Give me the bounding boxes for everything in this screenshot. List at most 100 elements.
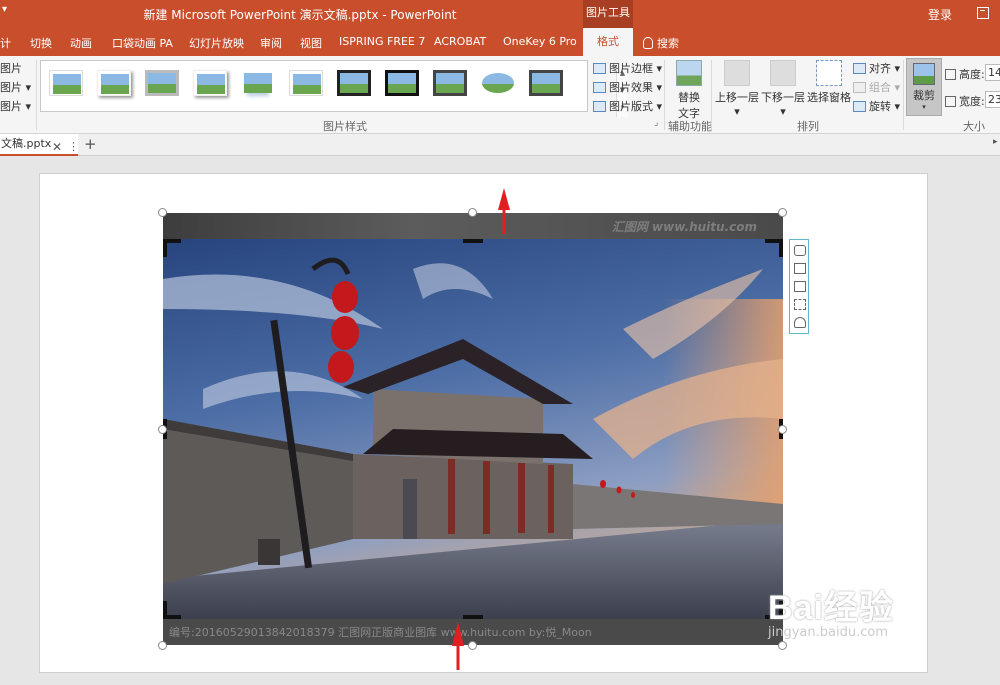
- selection-pane-button[interactable]: 选择窗格: [806, 60, 852, 105]
- tab-acrobat[interactable]: ACROBAT: [434, 35, 486, 48]
- accessibility-group-label: 辅助功能: [668, 120, 712, 133]
- red-arrow-down-icon: [452, 622, 464, 670]
- rotate-button[interactable]: 旋转 ▾: [853, 98, 900, 114]
- resize-handle-top-right[interactable]: [778, 208, 787, 217]
- title-bar: ▾ 新建 Microsoft PowerPoint 演示文稿.pptx - Po…: [0, 0, 1000, 28]
- picture-style-black-frame[interactable]: [385, 70, 419, 96]
- picture-style-drop-shadow[interactable]: [193, 70, 227, 96]
- crop-button[interactable]: 裁剪 ▾: [906, 58, 942, 116]
- heart-icon[interactable]: [794, 317, 806, 328]
- document-tab[interactable]: 文稿.pptx ✕ ⋮: [0, 134, 79, 157]
- arrange-group-label: 排列: [797, 120, 819, 133]
- red-arrow-up-icon: [498, 188, 510, 234]
- crop-icon: [913, 63, 935, 85]
- picture-style-grey-frame[interactable]: [145, 70, 179, 96]
- tab-pocket-animation[interactable]: 口袋动画 PA: [112, 35, 173, 51]
- tell-me-label: 搜索: [657, 37, 679, 50]
- strip-scroll-icon[interactable]: ▸: [993, 137, 998, 147]
- ribbon: 图片 图片 ▾ 图片 ▾ ▲ ▼ ▾ 图片边框 ▾ 图片效果 ▾ 图片版式 ▾ 图片…: [0, 56, 1000, 134]
- picture-styles-dialog-launcher-icon[interactable]: ⌟: [654, 118, 658, 128]
- crop-handle-top[interactable]: [463, 239, 483, 243]
- resize-handle-bottom[interactable]: [468, 641, 477, 650]
- document-tab-name: 文稿.pptx: [1, 137, 52, 150]
- align-button[interactable]: 对齐 ▾: [853, 60, 900, 76]
- picture-tools-context-label: 图片工具: [583, 0, 633, 28]
- crop-handle-bottom-left-v[interactable]: [163, 601, 167, 619]
- picture-adjust-item-2[interactable]: 图片 ▾: [0, 79, 31, 95]
- resize-handle-bottom-left[interactable]: [158, 641, 167, 650]
- width-input[interactable]: 23: [985, 91, 1000, 108]
- shape-icon[interactable]: [794, 245, 806, 256]
- picture-style-soft-edge[interactable]: [97, 70, 131, 96]
- rotate-icon: [853, 101, 866, 112]
- tab-transitions[interactable]: 切换: [30, 35, 52, 51]
- picture-styles-gallery: ▲ ▼ ▾: [40, 60, 628, 117]
- picture-styles-group-label: 图片样式: [323, 120, 367, 133]
- document-tab-strip: 文稿.pptx ✕ ⋮ + ▸: [0, 134, 1000, 156]
- resize-handle-top[interactable]: [468, 208, 477, 217]
- alt-text-icon: [676, 60, 702, 86]
- bring-forward-button[interactable]: 上移一层 ▾: [714, 60, 760, 118]
- ribbon-display-options-icon[interactable]: [977, 7, 989, 19]
- resize-handle-top-left[interactable]: [158, 208, 167, 217]
- tab-view[interactable]: 视图: [300, 35, 322, 51]
- tab-animations[interactable]: 动画: [70, 35, 92, 51]
- picture-border-button[interactable]: 图片边框 ▾: [593, 60, 662, 76]
- ribbon-tab-bar: 计 切换 动画 口袋动画 PA 幻灯片放映 审阅 视图 ISPRING FREE…: [0, 28, 1000, 56]
- picture-effects-button[interactable]: 图片效果 ▾: [593, 79, 662, 95]
- send-backward-button[interactable]: 下移一层 ▾: [760, 60, 806, 118]
- picture-style-reflected[interactable]: [241, 70, 275, 96]
- position-icon[interactable]: [794, 299, 806, 310]
- height-input[interactable]: 14: [985, 64, 1000, 81]
- height-icon: [945, 69, 956, 80]
- picture-layout-button[interactable]: 图片版式 ▾: [593, 98, 662, 114]
- size-group-label: 大小: [963, 120, 985, 133]
- tell-me-search[interactable]: 搜索: [643, 35, 679, 51]
- pencil-border-icon: [593, 63, 606, 74]
- layout-icon: [593, 101, 606, 112]
- picture-adjust-item-1[interactable]: 图片: [0, 60, 22, 76]
- width-icon: [945, 96, 956, 107]
- send-backward-icon: [770, 60, 796, 86]
- more-icon[interactable]: ⋮: [68, 137, 79, 157]
- baidu-url: jingyan.baidu.com: [768, 625, 888, 640]
- tab-onekey[interactable]: OneKey 6 Pro: [503, 35, 577, 48]
- window-title: 新建 Microsoft PowerPoint 演示文稿.pptx - Powe…: [143, 8, 457, 22]
- login-link[interactable]: 登录: [928, 6, 952, 23]
- resize-handle-right[interactable]: [778, 425, 787, 434]
- resize-handle-bottom-right[interactable]: [778, 641, 787, 650]
- group-button[interactable]: 组合 ▾: [853, 79, 900, 95]
- layout-options-toolbar: [789, 239, 809, 334]
- tab-format[interactable]: 格式: [583, 28, 633, 56]
- new-tab-plus-icon[interactable]: +: [84, 135, 97, 153]
- watermark-bottom: 编号:20160529013842018379 汇图网正版商业图库 www.hu…: [169, 626, 592, 639]
- picture-style-soft-plain[interactable]: [289, 70, 323, 96]
- city-wall-photo[interactable]: [163, 239, 783, 619]
- alt-text-button[interactable]: 替换 文字: [672, 60, 706, 121]
- bring-forward-icon: [724, 60, 750, 86]
- picture-style-metal-frame[interactable]: [529, 70, 563, 96]
- tab-design[interactable]: 计: [0, 35, 11, 51]
- effects-icon: [593, 82, 606, 93]
- watermark-top: 汇图网 www.huitu.com: [611, 220, 757, 234]
- crop-handle-top-left-v[interactable]: [163, 239, 167, 257]
- height-label: 高度:: [945, 66, 985, 82]
- picture-icon[interactable]: [794, 263, 806, 274]
- picture-style-thick-frame[interactable]: [337, 70, 371, 96]
- crop-handle-bottom[interactable]: [463, 615, 483, 619]
- lightbulb-icon: [643, 37, 653, 49]
- width-label: 宽度:: [945, 93, 985, 109]
- tab-ispring[interactable]: ISPRING FREE 7: [339, 35, 425, 48]
- close-icon[interactable]: ✕: [52, 137, 62, 157]
- picture-style-oval[interactable]: [481, 70, 515, 96]
- resize-handle-left[interactable]: [158, 425, 167, 434]
- baidu-brand: Bai经验: [768, 589, 894, 627]
- tab-slideshow[interactable]: 幻灯片放映: [189, 35, 244, 51]
- picture-adjust-item-3[interactable]: 图片 ▾: [0, 98, 31, 114]
- picture-style-dark-frame[interactable]: [433, 70, 467, 96]
- tab-review[interactable]: 审阅: [260, 35, 282, 51]
- wrap-text-icon[interactable]: [794, 281, 806, 292]
- picture-style-simple-frame[interactable]: [49, 70, 83, 96]
- crop-handle-top-right-v[interactable]: [779, 239, 783, 257]
- baidu-jingyan-watermark: Bai经验 jingyan.baidu.com: [768, 580, 894, 640]
